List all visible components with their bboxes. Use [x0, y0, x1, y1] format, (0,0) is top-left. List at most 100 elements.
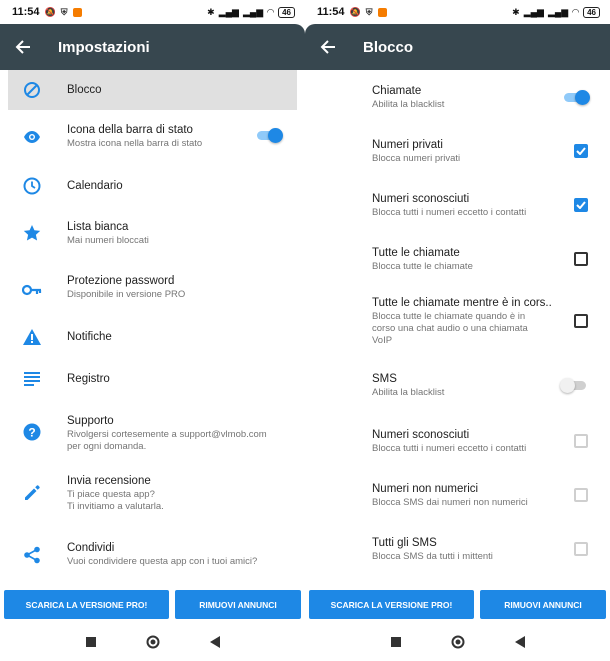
battery-icon: 46 [583, 6, 600, 18]
signal-icon: ▂▄▆ [218, 6, 239, 17]
remove-ads-button[interactable]: RIMUOVI ANNUNCI [480, 590, 606, 619]
pref-subtitle: Blocca tutti i numeri eccetto i contatti [372, 442, 527, 454]
pref-chiamate[interactable]: Chiamate Abilita la blacklist [305, 70, 610, 124]
pref-tutti-sms[interactable]: Tutti gli SMS Blocca SMS da tutti i mitt… [305, 522, 610, 576]
pref-subtitle: VoIP [372, 334, 393, 346]
tutte-chiamate-checkbox[interactable] [574, 252, 588, 266]
non-numerici-checkbox[interactable] [574, 488, 588, 502]
pref-title: Numeri sconosciuti [372, 428, 470, 441]
status-bar: 11:54 🔕 ⛨ ✱ ▂▄▆ ▂▄▆ ◠ 46 [0, 0, 305, 24]
sms-toggle[interactable] [560, 378, 588, 393]
menu-item-supporto[interactable]: ? Supporto Rivolgersi cortesemente a sup… [0, 400, 305, 466]
eye-icon [22, 127, 42, 147]
signal-icon-2: ▂▄▆ [242, 6, 264, 17]
svg-text:?: ? [28, 426, 35, 440]
bluetooth-icon: ✱ [207, 6, 215, 17]
recents-square-icon[interactable] [389, 635, 403, 649]
warning-icon [22, 327, 42, 347]
menu-item-subtitle: Rivolgersi cortesemente a support@vlmob.… [67, 429, 267, 440]
menu-item-calendario[interactable]: Calendario [0, 164, 305, 208]
get-pro-button[interactable]: SCARICA LA VERSIONE PRO! [309, 590, 474, 619]
status-bar: 11:54 🔕 ⛨ ✱ ▂▄▆ ▂▄▆ ◠ 46 [305, 0, 610, 24]
pref-subtitle: Blocca SMS da tutti i mittenti [372, 550, 493, 562]
app-notification-icon [72, 7, 82, 17]
menu-item-condividi[interactable]: Condividi Vuoi condividere questa app co… [0, 532, 305, 584]
menu-item-status-icon[interactable]: Icona della barra di stato Mostra icona … [0, 110, 305, 164]
help-icon: ? [22, 422, 42, 442]
pref-numeri-privati[interactable]: Numeri privati Blocca numeri privati [305, 124, 610, 178]
menu-item-label: Calendario [67, 180, 123, 192]
recents-square-icon[interactable] [84, 635, 98, 649]
back-arrow-icon[interactable] [317, 36, 339, 58]
numeri-privati-checkbox[interactable] [574, 144, 588, 158]
status-time: 11:54 [317, 6, 345, 18]
menu-item-label: Blocco [67, 84, 102, 96]
pref-numeri-non-numerici[interactable]: Numeri non numerici Blocca SMS dai numer… [305, 468, 610, 522]
chiamate-in-corso-checkbox[interactable] [574, 314, 588, 328]
status-time: 11:54 [12, 6, 40, 18]
share-icon [22, 545, 42, 565]
status-icon-toggle[interactable] [255, 128, 283, 143]
menu-item-subtitle: Disponibile in versione PRO [67, 289, 186, 300]
pencil-icon [22, 483, 42, 503]
blocco-preferences: Chiamate Abilita la blacklist Numeri pri… [305, 70, 610, 576]
sms-sconosciuti-checkbox[interactable] [574, 434, 588, 448]
home-circle-icon[interactable] [146, 635, 160, 649]
page-title: Blocco [363, 38, 414, 56]
pref-sms-numeri-sconosciuti[interactable]: Numeri sconosciuti Blocca tutti i numeri… [305, 414, 610, 468]
back-triangle-icon[interactable] [208, 635, 222, 649]
menu-item-subtitle: Mostra icona nella barra di stato [67, 138, 203, 149]
star-icon [22, 223, 42, 243]
menu-item-subtitle: Ti piace questa app? [67, 489, 155, 500]
back-arrow-icon[interactable] [12, 36, 34, 58]
pref-chiamate-in-corso[interactable]: Tutte le chiamate mentre è in cors.. Blo… [305, 286, 610, 356]
chiamate-toggle[interactable] [562, 90, 590, 105]
app-notification-icon [377, 7, 387, 17]
pref-numeri-sconosciuti[interactable]: Numeri sconosciuti Blocca tutti i numeri… [305, 178, 610, 232]
signal-icon-2: ▂▄▆ [547, 6, 569, 17]
pref-title: Numeri privati [372, 138, 443, 151]
pref-title: Tutti gli SMS [372, 536, 437, 549]
shield-icon: ⛨ [365, 6, 373, 17]
menu-item-registro[interactable]: Registro [0, 358, 305, 400]
menu-item-password[interactable]: Protezione password Disponibile in versi… [0, 262, 305, 316]
wifi-icon: ◠ [572, 6, 580, 17]
pref-subtitle: Blocca tutte le chiamate quando è in [372, 310, 526, 322]
tutti-sms-checkbox[interactable] [574, 542, 588, 556]
promo-buttons: SCARICA LA VERSIONE PRO! RIMUOVI ANNUNCI [4, 590, 301, 619]
menu-item-notifiche[interactable]: Notifiche [0, 316, 305, 358]
menu-item-label: Registro [67, 373, 110, 385]
pref-sms[interactable]: SMS Abilita la blacklist [305, 356, 610, 414]
home-circle-icon[interactable] [451, 635, 465, 649]
system-nav-bar [0, 628, 305, 656]
battery-icon: 46 [278, 6, 295, 18]
promo-buttons: SCARICA LA VERSIONE PRO! RIMUOVI ANNUNCI [309, 590, 606, 619]
page-title: Impostazioni [58, 38, 150, 56]
pref-title: Numeri non numerici [372, 482, 479, 495]
menu-item-lista-bianca[interactable]: Lista bianca Mai numeri bloccati [0, 208, 305, 262]
menu-item-subtitle: Vuoi condividere questa app con i tuoi a… [67, 556, 258, 567]
app-bar: Blocco [305, 24, 610, 70]
mute-icon: 🔕 [349, 6, 361, 17]
list-icon [22, 369, 42, 389]
bluetooth-icon: ✱ [512, 6, 520, 17]
remove-ads-button[interactable]: RIMUOVI ANNUNCI [175, 590, 301, 619]
back-triangle-icon[interactable] [513, 635, 527, 649]
menu-item-label: Supporto [67, 415, 114, 427]
pref-subtitle: Abilita la blacklist [372, 386, 445, 398]
menu-item-subtitle: per ogni domanda. [67, 441, 147, 452]
get-pro-button[interactable]: SCARICA LA VERSIONE PRO! [4, 590, 169, 619]
menu-item-subtitle: Mai numeri bloccati [67, 235, 149, 246]
menu-item-label: Icona della barra di stato [67, 124, 193, 136]
pref-title: Tutte le chiamate mentre è in cors.. [372, 296, 552, 309]
signal-icon: ▂▄▆ [523, 6, 544, 17]
menu-item-blocco[interactable]: Blocco [8, 70, 297, 110]
menu-item-label: Lista bianca [67, 221, 129, 233]
system-nav-bar [305, 628, 610, 656]
menu-item-recensione[interactable]: Invia recensione Ti piace questa app? Ti… [0, 466, 305, 532]
numeri-sconosciuti-checkbox[interactable] [574, 198, 588, 212]
shield-icon: ⛨ [60, 6, 68, 17]
pref-subtitle: Blocca tutti i numeri eccetto i contatti [372, 206, 527, 218]
menu-item-label: Notifiche [67, 331, 112, 343]
pref-tutte-chiamate[interactable]: Tutte le chiamate Blocca tutte le chiama… [305, 232, 610, 286]
